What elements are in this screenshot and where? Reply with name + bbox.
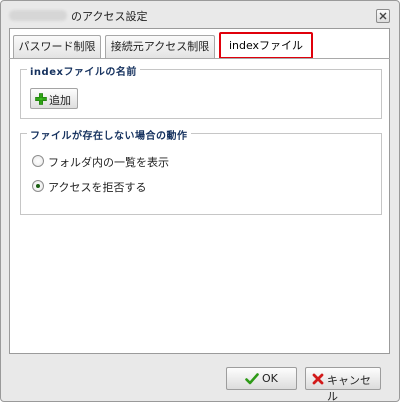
index-file-name-legend: indexファイルの名前 — [27, 63, 140, 78]
missing-file-behavior-group: ファイルが存在しない場合の動作 フォルダ内の一覧を表示 アクセスを拒否する — [20, 127, 382, 215]
cancel-button-label: キャンセル — [327, 374, 371, 403]
add-button[interactable]: 追加 — [30, 88, 78, 109]
tab-bar: パスワード制限 接続元アクセス制限 indexファイル — [9, 32, 390, 60]
access-settings-dialog: のアクセス設定 パスワード制限 接続元アクセス制限 indexファイル inde… — [0, 0, 400, 403]
radio-selected-dot — [36, 184, 40, 188]
index-file-name-group: indexファイルの名前 追加 — [20, 63, 382, 119]
tab-password-restriction[interactable]: パスワード制限 — [13, 35, 101, 58]
cancel-button[interactable]: キャンセル — [305, 367, 381, 403]
option-show-folder-listing-label: フォルダ内の一覧を表示 — [48, 156, 169, 169]
missing-file-behavior-legend: ファイルが存在しない場合の動作 — [27, 127, 191, 142]
tab-connection-source-restriction[interactable]: 接続元アクセス制限 — [105, 35, 215, 58]
redacted-folder-name — [9, 10, 67, 21]
check-icon — [245, 373, 259, 385]
ok-button-label: OK — [262, 372, 278, 385]
close-button[interactable] — [376, 9, 390, 23]
tab-index-file[interactable]: indexファイル — [219, 32, 313, 59]
plus-icon — [35, 93, 47, 105]
title-bar[interactable]: のアクセス設定 — [1, 1, 399, 28]
radio-show-folder-listing[interactable] — [32, 155, 44, 167]
dialog-title: のアクセス設定 — [71, 10, 148, 23]
tab-divider — [9, 58, 390, 59]
radio-deny-access[interactable] — [32, 180, 44, 192]
x-icon — [312, 373, 324, 385]
option-deny-access-label: アクセスを拒否する — [48, 181, 147, 194]
add-button-label: 追加 — [49, 94, 71, 107]
close-icon — [379, 12, 387, 20]
ok-button[interactable]: OK — [226, 367, 297, 390]
